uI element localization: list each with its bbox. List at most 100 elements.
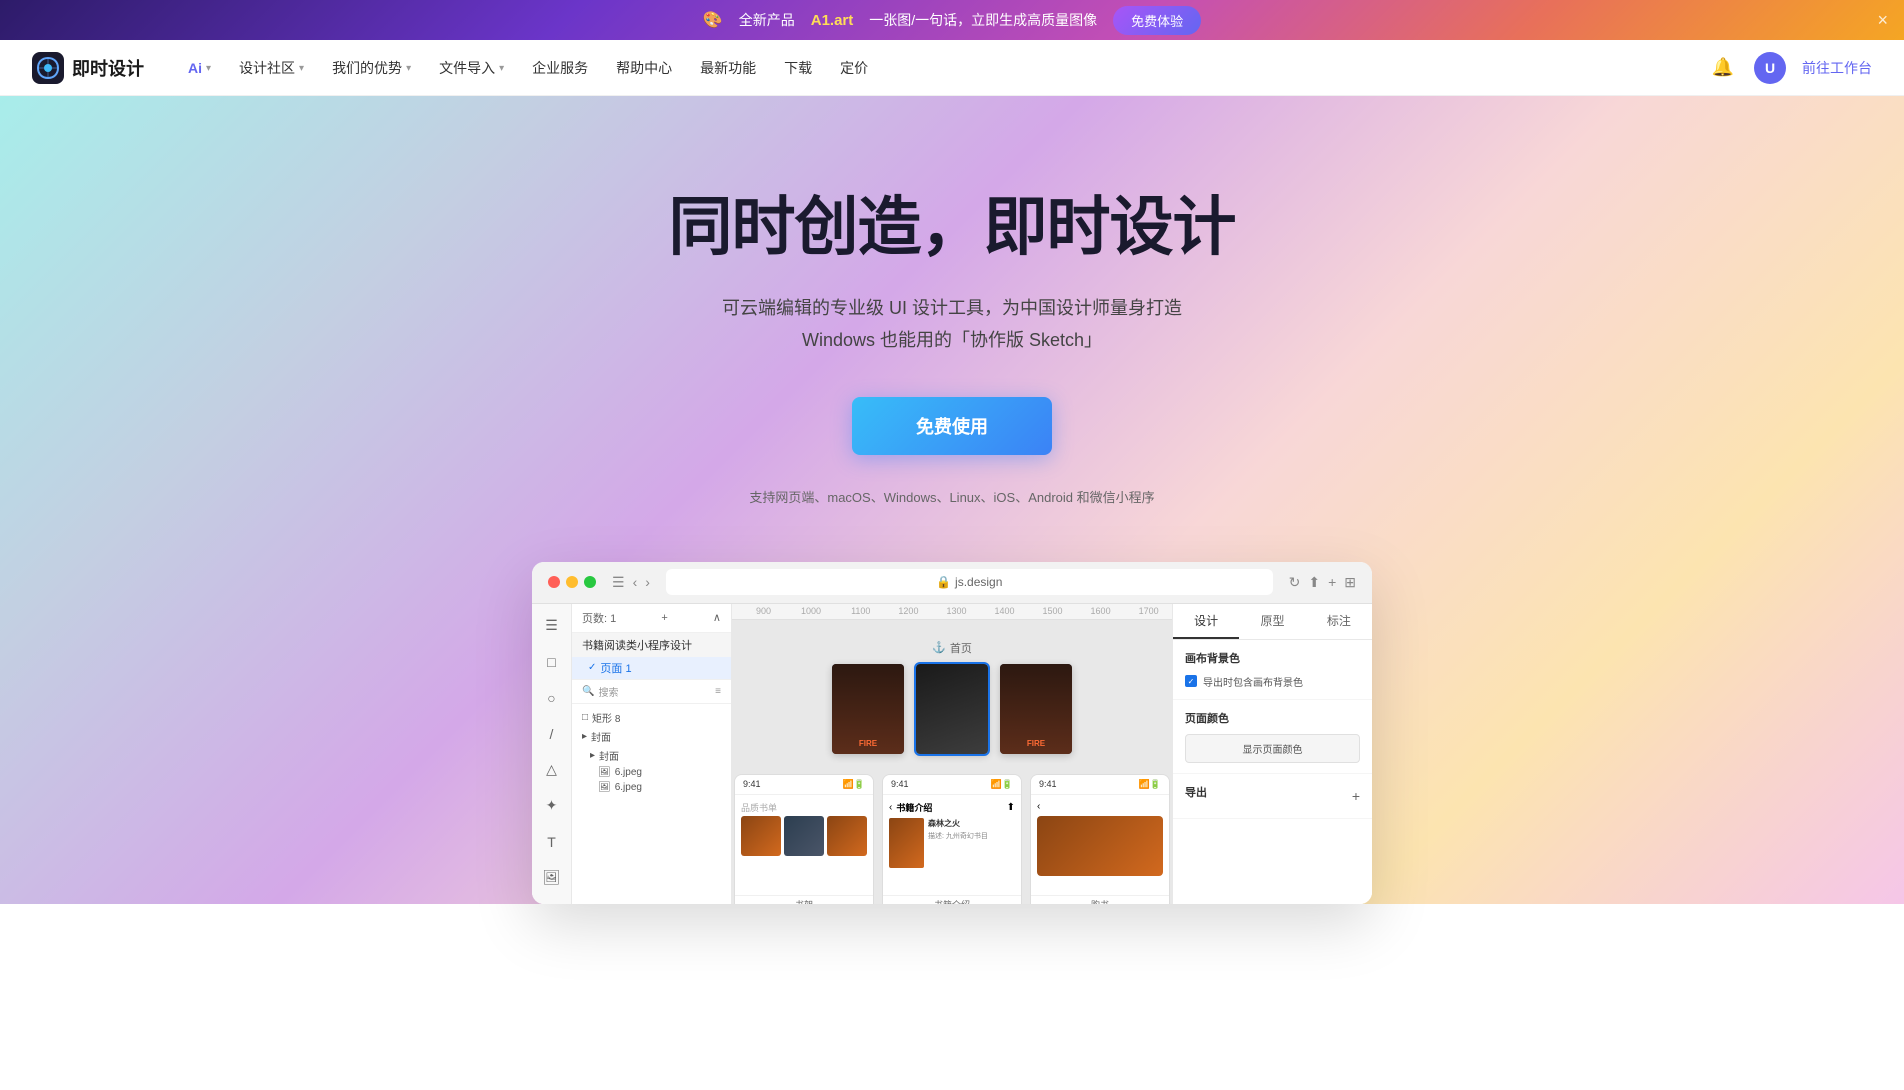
layer-tree-item-5[interactable]: 🖼 6.jpeg: [572, 780, 731, 795]
layer-tree-item-3[interactable]: ▸ 封面: [572, 746, 731, 765]
browser-sidebar-icon[interactable]: ☰: [612, 574, 625, 591]
browser-forward-icon[interactable]: ›: [645, 574, 650, 591]
layers-project-name: 书籍阅读类小程序设计: [582, 637, 692, 653]
rp-tab-prototype[interactable]: 原型: [1239, 604, 1305, 639]
right-panel-tabs: 设计 原型 标注: [1173, 604, 1372, 640]
toolbar-image-icon[interactable]: 🖼: [538, 864, 566, 892]
rp-page-color-button[interactable]: 显示页面颜色: [1185, 734, 1360, 763]
canvas-ruler: 900 1000 1100 1200 1300 1400 1500 1600 1…: [732, 604, 1172, 620]
logo[interactable]: 即时设计: [32, 52, 144, 84]
nav-new-label: 最新功能: [700, 58, 756, 78]
announcement-close-button[interactable]: ×: [1877, 10, 1888, 31]
layers-filter-icon[interactable]: ≡: [715, 686, 721, 697]
phone-statusbar-3: 9:41 📶🔋: [1031, 775, 1169, 795]
frame-img-1: FIRE: [832, 664, 904, 754]
layers-search-bar[interactable]: 🔍 搜索 ≡: [572, 679, 731, 704]
nav-import-label: 文件导入: [439, 58, 495, 78]
layers-add-icon[interactable]: +: [661, 612, 667, 624]
toolbar-anchor-icon[interactable]: ✦: [538, 792, 566, 820]
app-toolbar: ☰ □ ○ / △ ✦ T 🖼: [532, 604, 572, 904]
hero-subtitle: 可云端编辑的专业级 UI 设计工具，为中国设计师量身打造 Windows 也能用…: [722, 292, 1182, 357]
phone-statusbar-1: 9:41 📶🔋: [735, 775, 873, 795]
rp-page-color-title: 页面颜色: [1185, 710, 1360, 726]
toolbar-select-icon[interactable]: □: [538, 648, 566, 676]
app-content: ☰ □ ○ / △ ✦ T 🖼 页数: 1 + ∧ 书籍阅读类小程序设计: [532, 604, 1372, 904]
nav-item-pricing[interactable]: 定价: [828, 52, 880, 84]
checkbox-check-icon: ✓: [1188, 677, 1195, 686]
nav-item-advantages[interactable]: 我们的优势 ▾: [320, 52, 423, 84]
browser-refresh-icon[interactable]: ↻: [1289, 574, 1301, 591]
hero-title: 同时创造，即时设计: [669, 176, 1236, 268]
layer-tree-item-1[interactable]: □ 矩形 8: [572, 708, 731, 727]
rp-export-header: 导出 +: [1185, 784, 1360, 808]
layer-tree-item-4[interactable]: 🖼 6.jpeg: [572, 765, 731, 780]
rp-canvas-bg-title: 画布背景色: [1185, 650, 1360, 666]
canvas-frame-3[interactable]: FIRE: [1000, 664, 1072, 754]
rp-tab-design[interactable]: 设计: [1173, 604, 1239, 639]
toolbar-triangle-icon[interactable]: △: [538, 756, 566, 784]
nav-advantages-chevron: ▾: [406, 63, 411, 74]
browser-back-icon[interactable]: ‹: [633, 574, 638, 591]
phone-grid-item-2: [784, 816, 824, 856]
layers-project-row: 书籍阅读类小程序设计: [572, 633, 731, 657]
canvas-frame-2[interactable]: [916, 664, 988, 754]
nav-item-community[interactable]: 设计社区 ▾: [227, 52, 316, 84]
nav-item-ai[interactable]: Ai ▾: [176, 54, 223, 82]
nav-enterprise-label: 企业服务: [532, 58, 588, 78]
layers-toggle-icon[interactable]: ∧: [713, 611, 721, 624]
phone-nav-2: ‹ 书籍介绍 ⬆: [889, 801, 1015, 814]
traffic-light-maximize[interactable]: [584, 576, 596, 588]
logo-text: 即时设计: [72, 55, 144, 81]
toolbar-circle-icon[interactable]: ○: [538, 684, 566, 712]
traffic-light-close[interactable]: [548, 576, 560, 588]
toolbar-pen-icon[interactable]: /: [538, 720, 566, 748]
phone-mockup-buy: 9:41 📶🔋 ‹ 购书: [1030, 774, 1170, 904]
browser-grid-icon[interactable]: ⊞: [1344, 574, 1356, 591]
toolbar-menu-icon[interactable]: ☰: [538, 612, 566, 640]
notification-bell-button[interactable]: 🔔: [1708, 53, 1738, 82]
rp-export-add-icon[interactable]: +: [1352, 788, 1360, 804]
rp-canvas-bg-section: 画布背景色 ✓ 导出时包含画布背景色: [1173, 640, 1372, 700]
nav-item-enterprise[interactable]: 企业服务: [520, 52, 600, 84]
layer-check-icon: ✓: [588, 662, 596, 673]
phone-grid-item-1: [741, 816, 781, 856]
avatar-text: U: [1765, 60, 1775, 76]
toolbar-text-icon[interactable]: T: [538, 828, 566, 856]
app-preview: ☰ ‹ › 🔒 js.design ↻ ⬆ + ⊞ ☰ □ ○ /: [532, 562, 1372, 904]
nav-item-new[interactable]: 最新功能: [688, 52, 768, 84]
phone-nav-3: ‹: [1037, 801, 1163, 812]
layer-item-active[interactable]: ✓ 页面 1: [572, 657, 731, 679]
phone-mockup-shelf: 9:41 📶🔋 品质书单 书架: [734, 774, 874, 904]
traffic-light-minimize[interactable]: [566, 576, 578, 588]
nav-community-chevron: ▾: [299, 63, 304, 74]
hero-cta-button[interactable]: 免费使用: [852, 397, 1052, 455]
announcement-cta-button[interactable]: 免费体验: [1113, 6, 1201, 35]
nav-advantages-label: 我们的优势: [332, 58, 402, 78]
rp-tab-annotation[interactable]: 标注: [1306, 604, 1372, 639]
canvas-frame-1[interactable]: FIRE: [832, 664, 904, 754]
browser-add-tab-icon[interactable]: +: [1328, 574, 1336, 591]
layer-tree-item-2[interactable]: ▸ 封面: [572, 727, 731, 746]
rp-export-section: 导出 +: [1173, 774, 1372, 819]
phone-detail-content: 森林之火 描述: 九州奇幻书目: [889, 818, 1015, 868]
logo-icon: [32, 52, 64, 84]
nav-item-import[interactable]: 文件导入 ▾: [427, 52, 516, 84]
phone-grid-shelf: [741, 816, 867, 856]
phone-footer-3: 购书: [1031, 895, 1169, 904]
rp-canvas-bg-checkbox[interactable]: ✓: [1185, 675, 1197, 687]
nav-item-download[interactable]: 下载: [772, 52, 824, 84]
announcement-bar: 🎨 全新产品 A1.art 一张图/一句话，立即生成高质量图像 免费体验 ×: [0, 0, 1904, 40]
avatar[interactable]: U: [1754, 52, 1786, 84]
canvas-home-label: ⚓ 首页: [932, 640, 972, 656]
browser-url-bar[interactable]: 🔒 js.design: [666, 569, 1273, 595]
frame-img-3: FIRE: [1000, 664, 1072, 754]
browser-share-icon[interactable]: ⬆: [1308, 574, 1320, 591]
page-label: 页数: 1: [582, 610, 616, 626]
nav-item-help[interactable]: 帮助中心: [604, 52, 684, 84]
hero-platforms: 支持网页端、macOS、Windows、Linux、iOS、Android 和微…: [749, 487, 1154, 506]
app-canvas[interactable]: 900 1000 1100 1200 1300 1400 1500 1600 1…: [732, 604, 1172, 904]
rp-canvas-bg-checkbox-label: 导出时包含画布背景色: [1203, 674, 1303, 689]
workspace-button[interactable]: 前往工作台: [1802, 58, 1872, 78]
browser-bar: ☰ ‹ › 🔒 js.design ↻ ⬆ + ⊞: [532, 562, 1372, 604]
layer-tree: □ 矩形 8 ▸ 封面 ▸ 封面 🖼 6.jpeg: [572, 704, 731, 799]
